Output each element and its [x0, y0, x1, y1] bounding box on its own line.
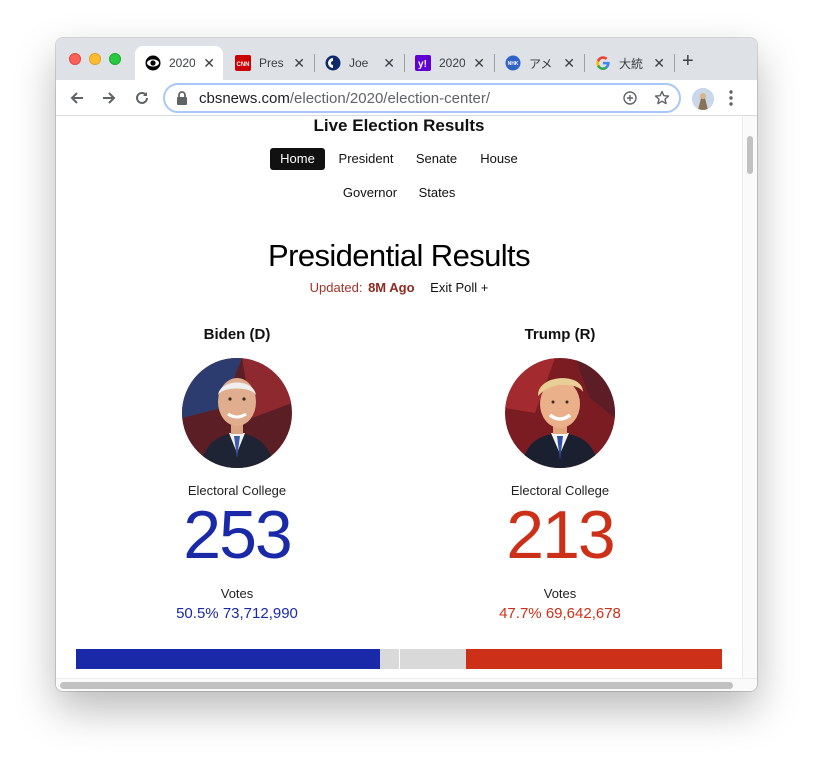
- candidate-name: Trump (R): [524, 326, 596, 343]
- nav-governor[interactable]: Governor: [338, 182, 402, 204]
- nav-home[interactable]: Home: [270, 148, 325, 170]
- window-maximize-button[interactable]: [109, 53, 121, 65]
- vote-count: 69,642,678: [545, 605, 621, 622]
- window-close-button[interactable]: [69, 53, 81, 65]
- tab-separator: [674, 54, 675, 72]
- tab-title: Joe: [349, 56, 369, 70]
- tab-title: 2020: [439, 56, 465, 70]
- exit-poll-link[interactable]: Exit Poll +: [430, 280, 488, 295]
- candidate-biden: Biden (D) Electoral College 253 Votes 50…: [112, 326, 362, 622]
- candidate-trump: Trump (R) Electoral College 213 Votes 47…: [435, 326, 685, 622]
- address-bar[interactable]: cbsnews.com/election/2020/election-cente…: [163, 83, 681, 113]
- page-content: Live Election Results Home President Sen…: [56, 116, 742, 678]
- browser-window: 2020 ✕ CNN Pres ✕ Joe ✕ y! 2020 ✕ NHK アメ…: [56, 38, 757, 691]
- url-text: cbsnews.com/election/2020/election-cente…: [199, 90, 490, 107]
- back-button[interactable]: [65, 86, 89, 110]
- uncalled-bar-right: [400, 649, 466, 669]
- dem-electoral-bar: [76, 649, 380, 669]
- reload-button[interactable]: [130, 86, 154, 110]
- nhk-logo-icon: NHK: [505, 55, 521, 71]
- tab-nhk[interactable]: NHK アメ ✕: [495, 46, 583, 80]
- nav-states[interactable]: States: [413, 182, 461, 204]
- window-minimize-button[interactable]: [89, 53, 101, 65]
- vertical-scrollbar[interactable]: [742, 116, 757, 678]
- browser-toolbar: cbsnews.com/election/2020/election-cente…: [56, 80, 757, 116]
- cnn-logo-icon: CNN: [235, 55, 251, 71]
- nav-house[interactable]: House: [474, 148, 524, 170]
- svg-text:NHK: NHK: [508, 61, 519, 67]
- cbs-eye-icon: [145, 55, 161, 71]
- tab-joe[interactable]: Joe ✕: [315, 46, 403, 80]
- vertical-scroll-thumb[interactable]: [747, 136, 753, 174]
- kebab-menu-icon: [729, 90, 733, 106]
- electoral-votes: 253: [183, 497, 292, 573]
- tab-close-icon[interactable]: ✕: [653, 56, 665, 70]
- google-logo-icon: [595, 55, 611, 71]
- popular-vote: 50.5% 73,712,990: [112, 605, 362, 622]
- tab-close-icon[interactable]: ✕: [203, 56, 215, 70]
- new-tab-button[interactable]: +: [682, 51, 694, 71]
- forward-arrow-icon: [103, 92, 116, 104]
- url-host: cbsnews.com: [199, 90, 290, 107]
- votes-label: Votes: [543, 586, 577, 601]
- site-logo-icon: [325, 55, 341, 71]
- candidate-name: Biden (D): [203, 326, 271, 343]
- back-arrow-icon: [70, 92, 83, 104]
- horizontal-scrollbar[interactable]: [56, 678, 757, 691]
- tab-strip: 2020 ✕ CNN Pres ✕ Joe ✕ y! 2020 ✕ NHK アメ…: [56, 38, 757, 80]
- tab-cnn[interactable]: CNN Pres ✕: [225, 46, 313, 80]
- tab-title: 2020: [169, 56, 195, 70]
- electoral-votes: 213: [506, 497, 615, 573]
- tab-close-icon[interactable]: ✕: [293, 56, 305, 70]
- nav-senate[interactable]: Senate: [410, 148, 463, 170]
- tab-google[interactable]: 大統 ✕: [585, 46, 673, 80]
- tab-title: アメ: [529, 56, 553, 71]
- browser-menu-button[interactable]: [728, 89, 734, 112]
- lock-icon: [176, 91, 188, 110]
- bookmark-star-icon[interactable]: [654, 90, 670, 111]
- horizontal-scroll-thumb[interactable]: [60, 682, 733, 689]
- url-path: /election/2020/election-center/: [289, 90, 491, 107]
- uncalled-bar-left: [380, 649, 399, 669]
- tab-close-icon[interactable]: ✕: [473, 56, 485, 70]
- yahoo-logo-icon: y!: [415, 55, 431, 71]
- tab-close-icon[interactable]: ✕: [563, 56, 575, 70]
- vote-percent: 50.5%: [176, 605, 219, 622]
- svg-text:y!: y!: [418, 59, 427, 70]
- forward-button[interactable]: [97, 86, 121, 110]
- tab-yahoo[interactable]: y! 2020 ✕: [405, 46, 493, 80]
- updated-label: Updated:: [309, 280, 363, 295]
- electoral-college-label: Electoral College: [510, 483, 610, 498]
- electoral-college-label: Electoral College: [187, 483, 287, 498]
- nav-president[interactable]: President: [334, 148, 398, 170]
- votes-label: Votes: [220, 586, 254, 601]
- popular-vote: 47.7% 69,642,678: [435, 605, 685, 622]
- page-title: Live Election Results: [313, 116, 485, 135]
- candidate-portrait: [505, 358, 615, 468]
- vote-percent: 47.7%: [499, 605, 542, 622]
- tab-title: Pres: [259, 56, 284, 70]
- presidential-results-heading: Presidential Results: [268, 238, 531, 273]
- tab-title: 大統: [619, 56, 644, 71]
- profile-avatar[interactable]: [692, 88, 714, 110]
- updated-row: Updated: 8M Ago Exit Poll +: [56, 280, 742, 295]
- updated-time: 8M Ago: [368, 280, 415, 295]
- rep-electoral-bar: [466, 649, 722, 669]
- candidate-portrait: [182, 358, 292, 468]
- zoom-add-icon[interactable]: [623, 91, 637, 110]
- tab-close-icon[interactable]: ✕: [383, 56, 395, 70]
- vote-count: 73,712,990: [222, 605, 298, 622]
- svg-text:CNN: CNN: [237, 62, 250, 68]
- tab-cbs[interactable]: 2020 ✕: [135, 46, 223, 80]
- reload-icon: [136, 91, 148, 104]
